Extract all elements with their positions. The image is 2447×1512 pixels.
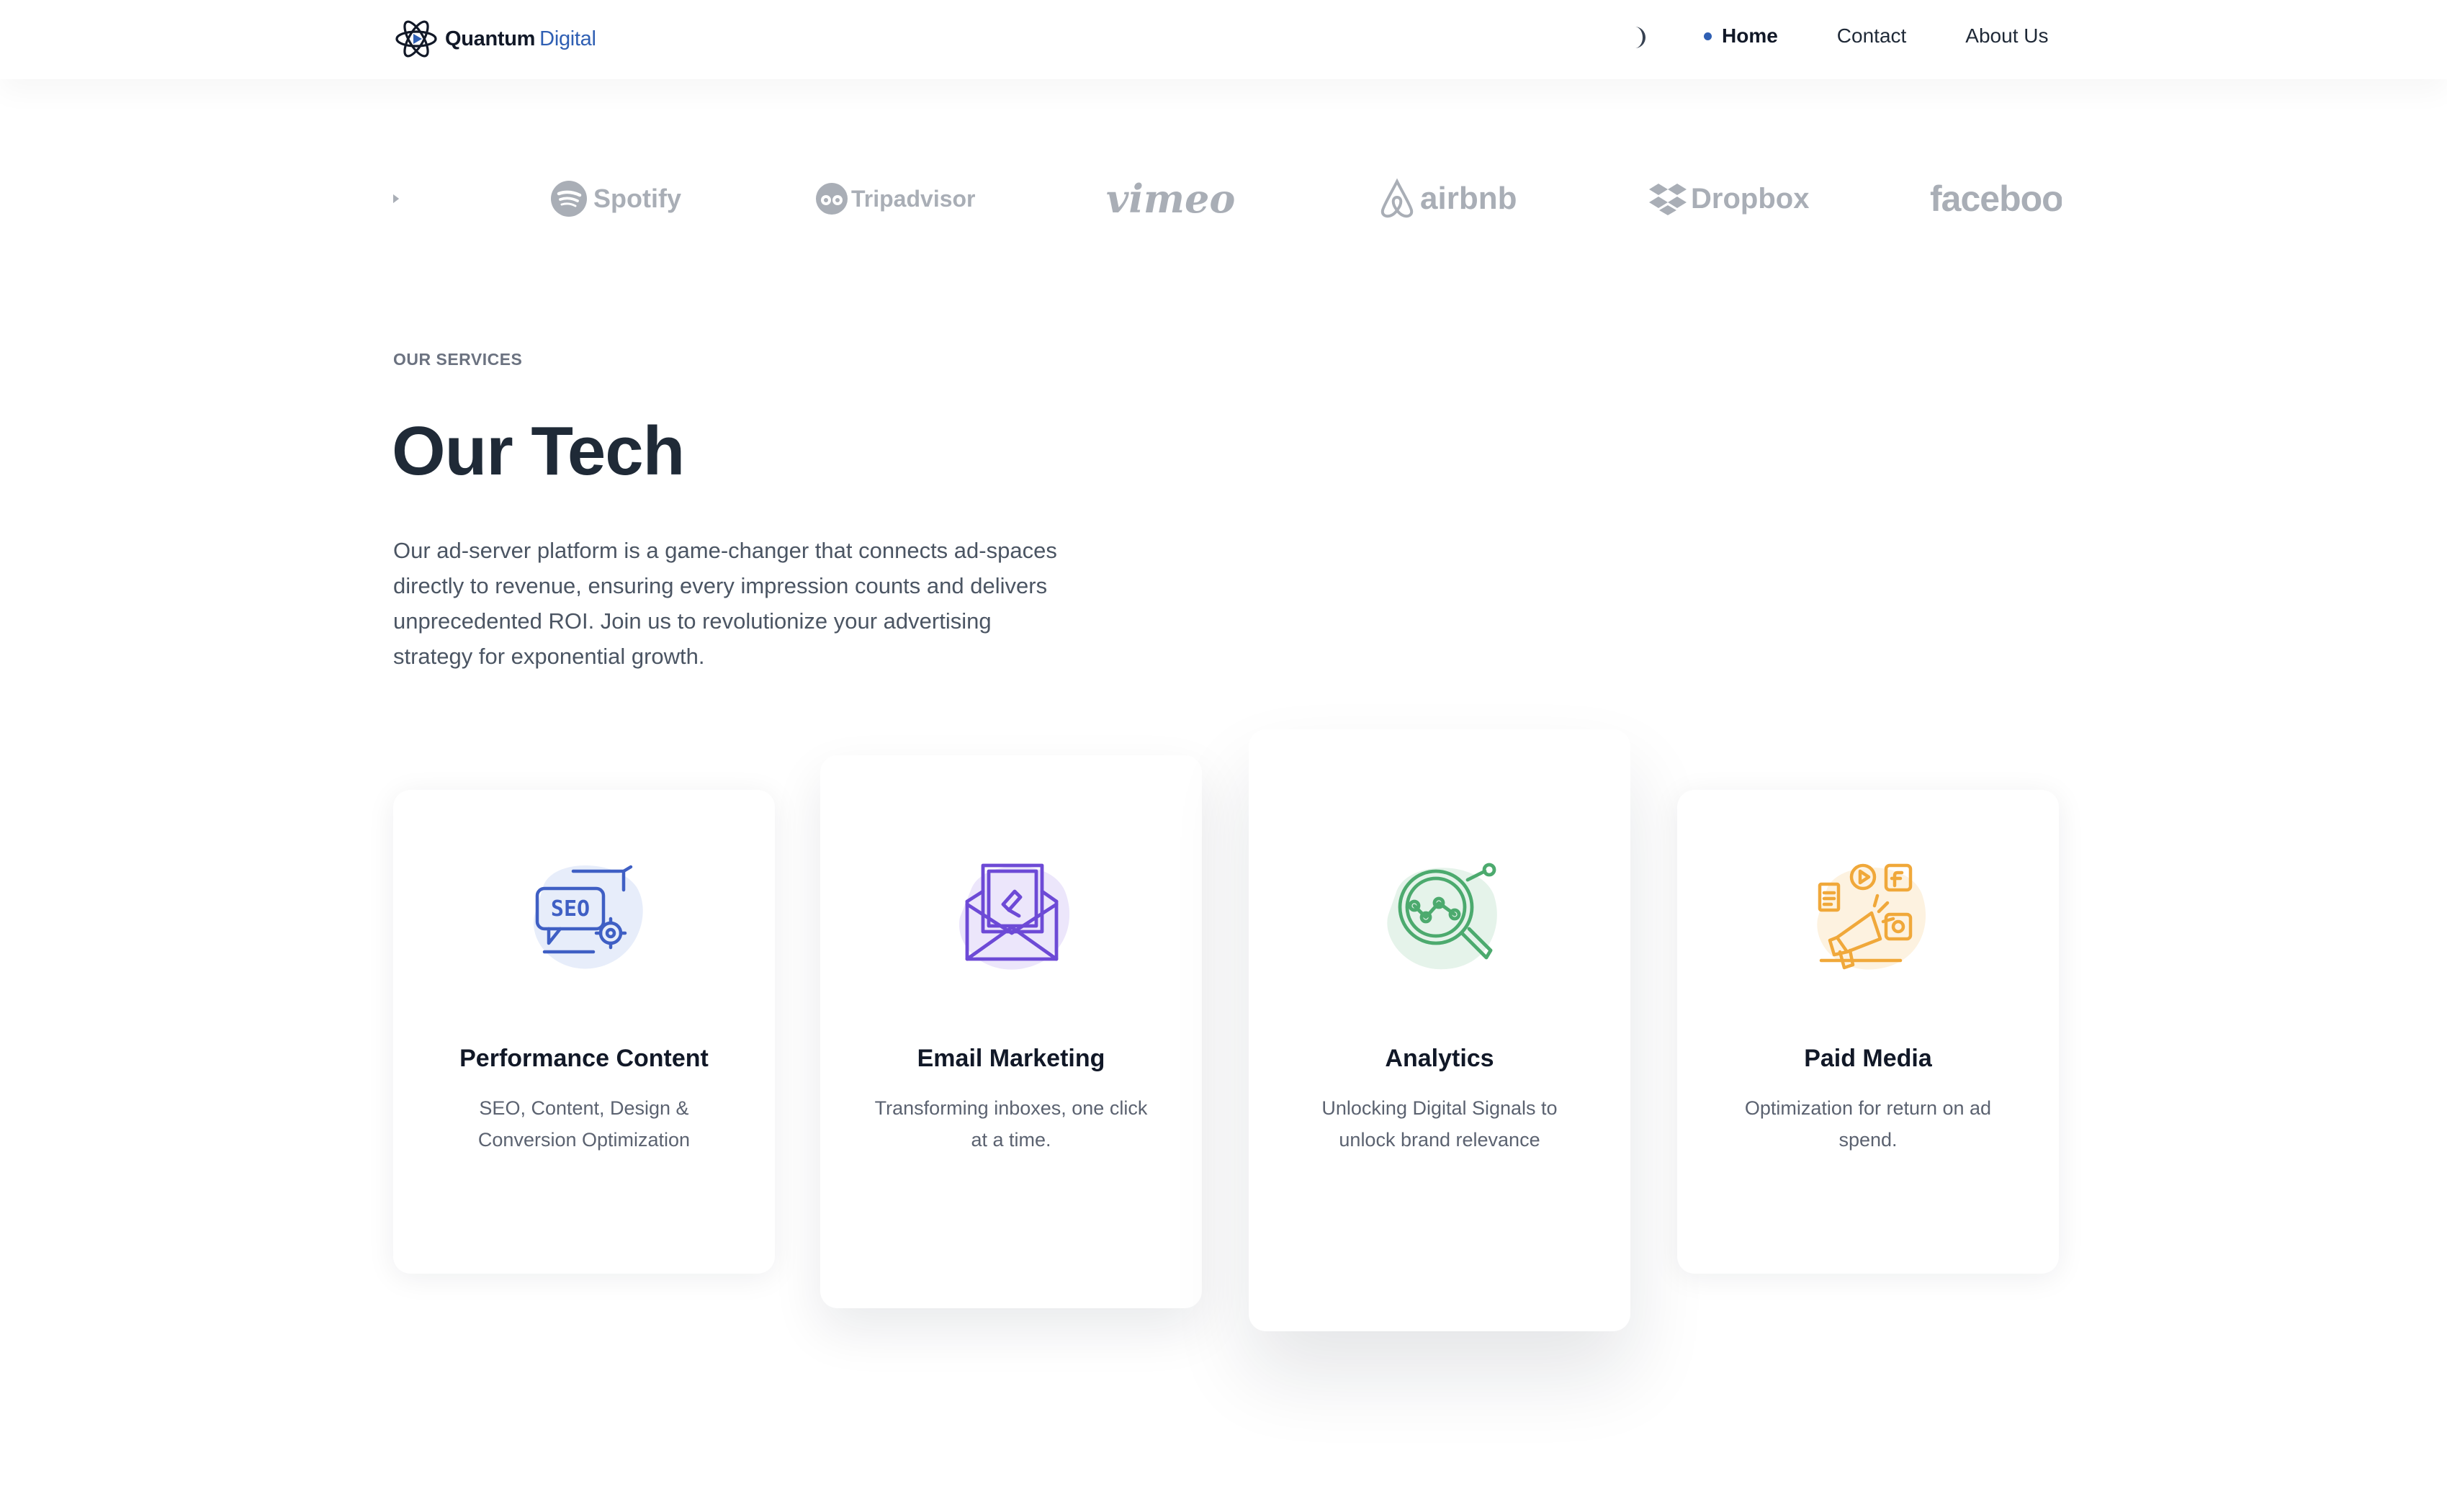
- service-card-analytics[interactable]: Analytics Unlocking Digital Signals to u…: [1249, 729, 1630, 1331]
- dark-mode-moon-icon[interactable]: [1625, 23, 1653, 52]
- service-card-email-marketing[interactable]: Email Marketing Transforming inboxes, on…: [820, 755, 1202, 1308]
- nav-about-link[interactable]: About Us: [1965, 24, 2048, 48]
- seo-icon: SEO: [534, 865, 643, 969]
- brand-airbnb-text: airbnb: [1420, 181, 1517, 216]
- card-description: Transforming inboxes, one click at a tim…: [874, 1097, 1148, 1151]
- partial-logo-icon: [393, 194, 400, 204]
- nav-home-link[interactable]: Home: [1704, 24, 1778, 48]
- service-card-performance-content[interactable]: SEO Performance Content SEO, Content, De…: [393, 790, 775, 1274]
- card-title: Analytics: [1385, 1045, 1494, 1072]
- brand-logo-vimeo: vimeo: [1106, 170, 1235, 228]
- card-title: Performance Content: [459, 1045, 709, 1072]
- seo-icon-text: SEO: [551, 896, 590, 922]
- atom-logo-icon: [395, 20, 437, 58]
- brand-spotify-text: Spotify: [593, 184, 681, 213]
- card-title: Paid Media: [1804, 1045, 1932, 1072]
- section-title: Our Tech: [392, 413, 685, 490]
- card-title: Email Marketing: [917, 1045, 1105, 1072]
- page: Quantum Digital Home Contact About Us Sp…: [0, 0, 2447, 1512]
- card-description: Unlocking Digital Signals to unlock bran…: [1321, 1097, 1558, 1151]
- main-nav: Home Contact About Us: [1704, 24, 2048, 48]
- card-description: SEO, Content, Design & Conversion Optimi…: [477, 1097, 691, 1151]
- megaphone-icon: [1817, 863, 1926, 970]
- section-eyebrow: OUR SERVICES: [393, 350, 523, 369]
- logo-wordmark: Quantum Digital: [445, 27, 596, 51]
- brand-vimeo-text: vimeo: [1106, 176, 1236, 222]
- card-description: Optimization for return on ad spend.: [1744, 1097, 1992, 1151]
- active-indicator-dot: [1704, 32, 1712, 40]
- brand-logo-partial: [393, 170, 405, 228]
- section-description: Our ad-server platform is a game-changer…: [393, 538, 1057, 669]
- brand-dropbox-text: Dropbox: [1691, 182, 1810, 215]
- spotify-icon: [551, 181, 587, 217]
- brand-logo-facebook: facebook: [1930, 170, 2062, 228]
- site-header: Quantum Digital Home Contact About Us: [0, 0, 2447, 79]
- nav-home-label: Home: [1722, 24, 1778, 47]
- tripadvisor-owl-icon: [816, 183, 848, 215]
- email-icon: [958, 863, 1070, 970]
- service-card-paid-media[interactable]: Paid Media Optimization for return on ad…: [1677, 790, 2059, 1274]
- brand-logo-tripadvisor: Tripadvisor: [815, 170, 976, 228]
- brand-logo-strip: Spotify Tripadvisor vimeo airbnb Dropbox…: [393, 170, 2062, 228]
- nav-contact-link[interactable]: Contact: [1837, 24, 1907, 48]
- airbnb-icon: [1380, 178, 1414, 218]
- brand-facebook-text: facebook: [1930, 179, 2062, 219]
- analytics-icon: [1387, 863, 1497, 970]
- logo-accent-text: Digital: [539, 27, 596, 50]
- brand-logo-airbnb: airbnb: [1377, 170, 1517, 228]
- site-logo[interactable]: Quantum Digital: [393, 16, 596, 62]
- brand-tripadvisor-text: Tripadvisor: [851, 185, 976, 212]
- brand-logo-dropbox: Dropbox: [1649, 170, 1809, 228]
- logo-primary-text: Quantum: [445, 27, 536, 50]
- brand-logo-spotify: Spotify: [550, 170, 681, 228]
- dropbox-icon: [1649, 184, 1687, 215]
